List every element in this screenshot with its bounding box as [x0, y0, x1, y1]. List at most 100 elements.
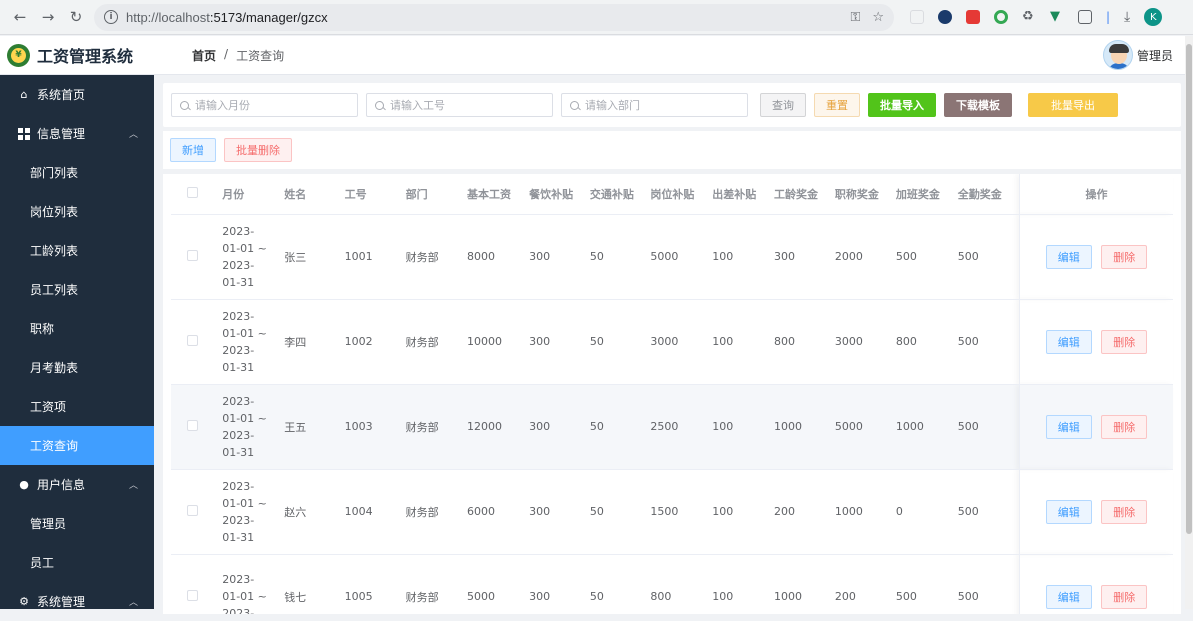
sidebar-item-home[interactable]: ⌂ 系统首页	[0, 75, 154, 114]
attendance-cell: 500	[957, 554, 1020, 614]
sidebar-item-seniority[interactable]: 工龄列表	[0, 231, 154, 270]
site-info-icon[interactable]: i	[104, 10, 118, 24]
sidebar-item-salary-query[interactable]: 工资查询	[0, 426, 154, 465]
extension-check-icon[interactable]	[938, 10, 952, 24]
sidebar-group-label: 系统管理	[37, 595, 86, 609]
sidebar-item-salary-items[interactable]: 工资项	[0, 387, 154, 426]
row-checkbox[interactable]	[187, 249, 198, 261]
delete-button[interactable]: 删除	[1101, 499, 1148, 524]
key-icon[interactable]: ⚿	[850, 10, 860, 25]
month-line: 01-31	[222, 360, 255, 374]
sidebar-item-staff[interactable]: 员工	[0, 543, 154, 582]
month-search-input[interactable]	[195, 98, 345, 112]
salary-table-card: 月份 姓名 工号 部门 基本工资 餐饮补贴 交通补贴 岗位补贴 出差补贴 工龄奖…	[163, 174, 1181, 614]
sidebar-item-titles[interactable]: 职称	[0, 309, 154, 348]
title-cell: 2000	[834, 214, 896, 300]
reset-button[interactable]: 重置	[814, 93, 860, 117]
sidebar-item-label: 工资查询	[30, 439, 79, 453]
download-icon[interactable]: ⤓	[1124, 9, 1130, 25]
back-icon[interactable]: ←	[6, 3, 34, 31]
sidebar-item-attendance[interactable]: 月考勤表	[0, 348, 154, 387]
edit-button[interactable]: 编辑	[1045, 499, 1092, 524]
column-header: 操作	[1018, 174, 1173, 215]
trip-cell: 100	[712, 214, 774, 300]
trip-cell: 100	[712, 469, 774, 555]
edit-button[interactable]: 编辑	[1045, 244, 1092, 269]
table-row[interactable]: 2023- 01-01 ~2023- 01-31 张三 1001 财务部 8000 300 50…	[171, 214, 1173, 300]
month-line: 01-01 ~	[222, 241, 267, 255]
name-cell: 钱七	[284, 554, 345, 614]
extension-ring-icon[interactable]	[994, 10, 1008, 24]
column-header: 职称奖金	[834, 174, 896, 215]
seniority-cell: 1000	[773, 384, 835, 470]
bulk-export-button[interactable]: 批量导出	[1028, 93, 1118, 117]
id-search-field[interactable]	[366, 93, 553, 117]
sidebar-item-employees[interactable]: 员工列表	[0, 270, 154, 309]
month-search-field[interactable]	[171, 93, 358, 117]
reload-icon[interactable]: ↻	[62, 3, 90, 31]
sidebar-group-info[interactable]: 信息管理 ︿	[0, 114, 154, 153]
delete-button[interactable]: 删除	[1101, 244, 1148, 269]
month-line: 2023-	[222, 224, 255, 238]
extension-recycle-icon[interactable]: ♻	[1022, 10, 1036, 24]
profile-avatar-icon[interactable]: K	[1144, 8, 1163, 26]
edit-button[interactable]: 编辑	[1045, 414, 1092, 439]
extension-fe-icon[interactable]	[966, 10, 980, 24]
dept-search-field[interactable]	[561, 93, 748, 117]
table-row[interactable]: 2023- 01-01 ~2023- 01-31 李四 1002 财务部 10000 300 5…	[171, 299, 1173, 385]
delete-button[interactable]: 删除	[1101, 329, 1148, 354]
column-header: 月份	[222, 174, 285, 215]
bulk-delete-button[interactable]: 批量删除	[224, 138, 292, 162]
browser-toolbar: ← → ↻ i http://localhost:5173/manager/gz…	[0, 0, 1193, 35]
dept-search-input[interactable]	[585, 98, 735, 112]
breadcrumb-home[interactable]: 首页	[192, 47, 216, 64]
month-line: 2023-	[222, 258, 255, 272]
table-row[interactable]: 2023- 01-01 ~2023- 01-31 王五 1003 财务部 12000 300 5…	[171, 384, 1173, 470]
select-all-checkbox[interactable]	[187, 186, 198, 198]
extension-vue-icon[interactable]: ▼	[1050, 10, 1064, 24]
download-template-button[interactable]: 下载模板	[944, 93, 1012, 117]
forward-icon[interactable]: →	[34, 3, 62, 31]
sidebar-item-admins[interactable]: 管理员	[0, 504, 154, 543]
sidebar-item-positions[interactable]: 岗位列表	[0, 192, 154, 231]
query-button[interactable]: 查询	[760, 93, 806, 117]
sidebar-group-users[interactable]: ● 用户信息 ︿	[0, 465, 154, 504]
month-cell: 2023- 01-01 ~ 2023- 01-31	[222, 214, 285, 300]
edit-button[interactable]: 编辑	[1045, 584, 1092, 609]
sidebar-group-system[interactable]: ⚙ 系统管理 ︿	[0, 582, 154, 621]
avatar[interactable]	[1102, 40, 1133, 70]
row-checkbox[interactable]	[187, 419, 198, 431]
column-header: 交通补贴	[589, 174, 651, 215]
sidebar-item-departments[interactable]: 部门列表	[0, 153, 154, 192]
base-cell: 8000	[467, 214, 530, 300]
row-checkbox[interactable]	[187, 589, 198, 601]
sidebar-item-label: 员工	[30, 556, 55, 570]
bulk-import-button[interactable]: 批量导入	[868, 93, 936, 117]
url-text[interactable]: http://localhost:5173/manager/gzcx	[126, 10, 850, 25]
delete-button[interactable]: 删除	[1101, 584, 1148, 609]
add-button[interactable]: 新增	[170, 138, 216, 162]
bookmark-star-icon[interactable]: ☆	[872, 10, 884, 25]
delete-button[interactable]: 删除	[1101, 414, 1148, 439]
address-bar[interactable]: i http://localhost:5173/manager/gzcx ⚿ ☆	[94, 3, 894, 31]
edit-button[interactable]: 编辑	[1045, 329, 1092, 354]
user-menu[interactable]: 管理员	[1102, 40, 1185, 70]
search-bar: 查询 重置 批量导入 下载模板 批量导出	[163, 83, 1181, 127]
extensions-puzzle-icon[interactable]	[1078, 10, 1092, 24]
month-line: 2023-	[222, 428, 255, 442]
id-cell: 1005	[344, 554, 406, 614]
sidebar-item-label: 职称	[30, 322, 55, 336]
page-scrollbar[interactable]	[1185, 36, 1193, 609]
row-checkbox[interactable]	[187, 334, 198, 346]
row-checkbox[interactable]	[187, 504, 198, 516]
table-row[interactable]: 2023- 01-01 ~2023- 01-31 赵六 1004 财务部 6000 300 50…	[171, 469, 1173, 555]
extension-blank-icon[interactable]	[910, 10, 924, 24]
month-line: 2023-	[222, 607, 255, 614]
username[interactable]: 管理员	[1137, 47, 1173, 64]
user-icon: ●	[19, 478, 29, 491]
table-row[interactable]: 2023- 01-01 ~2023- 钱七 1005 财务部 5000 300 50 800 10…	[171, 554, 1173, 614]
scrollbar-thumb[interactable]	[1186, 44, 1192, 534]
id-search-input[interactable]	[390, 98, 540, 112]
name-cell: 张三	[284, 214, 345, 300]
operations-cell: 编辑 删除	[1018, 554, 1173, 614]
